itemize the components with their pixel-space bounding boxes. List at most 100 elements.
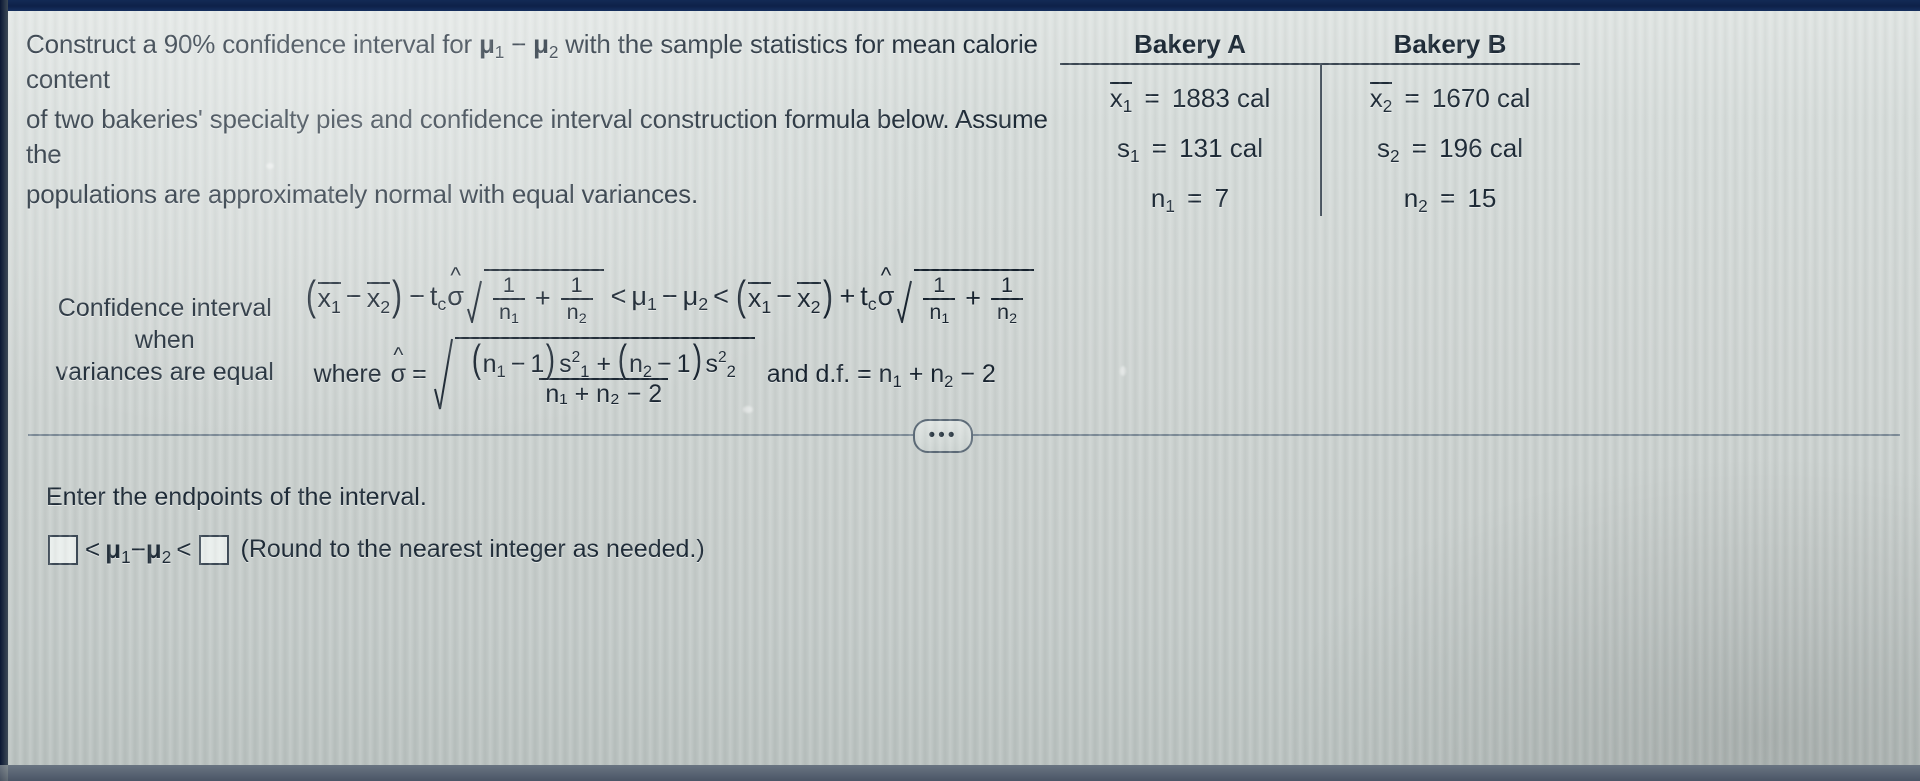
- plus-sign: +: [839, 280, 856, 311]
- open-paren: (: [305, 272, 316, 320]
- x-bar-1-symbol: x1: [1109, 82, 1133, 117]
- minus-sign: −: [345, 280, 362, 311]
- radical-sign-icon: [466, 269, 484, 324]
- sigma-hat: ^ σ: [877, 262, 895, 311]
- minus-sign: −: [409, 280, 425, 311]
- formula-main-line: ( x1 − x2 ) − tc ^ σ 1 n1 + 1 n2 < μ1 − …: [304, 262, 1036, 326]
- numerator: 1: [933, 272, 946, 297]
- n-2-value: 15: [1467, 183, 1497, 213]
- answer-area: Enter the endpoints of the interval. < μ…: [46, 483, 1246, 568]
- mu-1-symbol: μ1: [479, 29, 505, 63]
- equals-sign: =: [1151, 133, 1167, 163]
- sigma-hat: ^ σ: [447, 262, 464, 311]
- confidence-interval-formula: Confidence interval when variances are e…: [36, 262, 1036, 411]
- statement-line-3: populations are approximately normal wit…: [26, 179, 698, 210]
- problem-statement: Construct a 90% confidence interval for …: [26, 27, 1056, 218]
- sigma-hat: ^ σ: [390, 342, 407, 388]
- degrees-of-freedom-text: and d.f. = n1 + n2 − 2: [766, 359, 996, 391]
- less-than-sign: <: [85, 534, 101, 564]
- plus-sign: +: [596, 350, 612, 379]
- screen-photo: Construct a 90% confidence interval for …: [0, 0, 1920, 781]
- table-column-bakery-b: x2 = 1670 cal s2 = 196 cal n2 = 15: [1320, 71, 1580, 224]
- denominator: n₁ + n₂ − 2: [539, 378, 669, 408]
- column-header-bakery-b: Bakery B: [1393, 29, 1507, 59]
- table-row: s1 = 131 cal: [1060, 124, 1320, 174]
- n-2-symbol: n2: [1403, 183, 1428, 217]
- table-row: n1 = 7: [1060, 174, 1320, 224]
- mu-2: μ2: [145, 534, 172, 568]
- table-body: x1 = 1883 cal s1 = 131 cal n1 = 7 x2 = 1…: [1060, 65, 1580, 224]
- open-paren: (: [735, 272, 746, 320]
- table-column-bakery-a: x1 = 1883 cal s1 = 131 cal n1 = 7: [1060, 71, 1320, 224]
- minus-sign: −: [661, 280, 678, 311]
- minus-sign: −: [130, 534, 146, 564]
- radical-left: 1 n1 + 1 n2: [466, 269, 604, 326]
- mu-2-symbol: μ2: [533, 29, 559, 63]
- more-options-button[interactable]: •••: [913, 419, 973, 453]
- monitor-bezel-bottom: [0, 765, 1920, 781]
- x-bar-2: x2: [797, 282, 821, 317]
- equals-sign: =: [1187, 183, 1203, 213]
- denominator: n1: [492, 297, 525, 326]
- table-row: s2 = 196 cal: [1320, 124, 1580, 174]
- minus-sign: −: [510, 350, 526, 379]
- s-1-value: 131: [1179, 133, 1223, 163]
- numerator: 1: [1001, 272, 1014, 297]
- where-label: where: [313, 359, 382, 388]
- formula-body: ( x1 − x2 ) − tc ^ σ 1 n1 + 1 n2 < μ1 − …: [304, 262, 1036, 411]
- fraction-one-over-n2: 1 n2: [560, 272, 593, 326]
- equals-sign: =: [412, 359, 427, 388]
- equals-sign: =: [1411, 133, 1427, 163]
- s-2-unit: cal: [1489, 133, 1524, 163]
- upper-endpoint-input[interactable]: [198, 534, 229, 565]
- s-1-symbol: s1: [1116, 133, 1140, 167]
- radical-sign-icon: [897, 269, 914, 324]
- x-bar-1-unit: cal: [1237, 83, 1271, 113]
- monitor-bezel-left: [0, 0, 8, 781]
- minus-sign: −: [504, 29, 534, 59]
- answer-row: < μ1 − μ2 < (Round to the nearest intege…: [46, 534, 1246, 568]
- sample-statistics-table: Bakery A Bakery B x1 = 1883 cal s1 = 131…: [1060, 29, 1580, 224]
- denominator: n2: [560, 297, 593, 326]
- n-1-symbol: n1: [1150, 183, 1175, 217]
- lower-endpoint-input[interactable]: [48, 534, 78, 565]
- less-than-sign: <: [610, 280, 627, 311]
- formula-label-line-2: variances are equal: [55, 358, 274, 387]
- close-paren: ): [546, 338, 556, 382]
- t-critical: tc: [429, 280, 447, 315]
- statement-line-1: Construct a 90% confidence interval for …: [26, 27, 1056, 96]
- radical-right: 1 n1 + 1 n2: [897, 269, 1034, 326]
- s-1-squared: s21: [559, 349, 590, 382]
- s-2-value: 196: [1439, 133, 1483, 163]
- fraction-one-over-n1: 1 n1: [492, 273, 525, 326]
- s-1-unit: cal: [1229, 133, 1264, 163]
- x-bar-2: x2: [366, 282, 391, 317]
- x-bar-1-value: 1883: [1171, 83, 1230, 113]
- table-row: x1 = 1883 cal: [1060, 71, 1320, 124]
- equals-sign: =: [1439, 183, 1456, 213]
- close-paren: ): [392, 272, 403, 320]
- s-2-squared: s22: [705, 349, 736, 382]
- equals-sign: =: [1144, 83, 1160, 113]
- monitor-bezel-top: [0, 0, 1920, 11]
- radical-sign-icon: [433, 337, 455, 411]
- minus-sign: −: [776, 280, 793, 311]
- denominator: n2: [991, 297, 1023, 326]
- t-critical: tc: [860, 280, 877, 315]
- mu-1: μ1: [105, 534, 131, 568]
- numerator: 1: [570, 272, 583, 297]
- minus-sign: −: [657, 350, 672, 379]
- close-paren: ): [692, 338, 702, 382]
- open-paren: (: [617, 338, 628, 382]
- one: 1: [530, 350, 545, 379]
- less-than-sign: <: [713, 280, 729, 311]
- equals-sign: =: [1404, 83, 1420, 113]
- one: 1: [676, 350, 691, 379]
- rounding-instruction: (Round to the nearest integer as needed.…: [240, 535, 705, 563]
- fraction-one-over-n1: 1 n1: [923, 272, 956, 326]
- formula-label-line-1: Confidence interval when: [57, 294, 272, 355]
- column-header-bakery-a: Bakery A: [1134, 29, 1246, 59]
- x-bar-1: x1: [317, 282, 341, 317]
- mu-2: μ2: [682, 280, 709, 315]
- n-1: n1: [482, 350, 506, 382]
